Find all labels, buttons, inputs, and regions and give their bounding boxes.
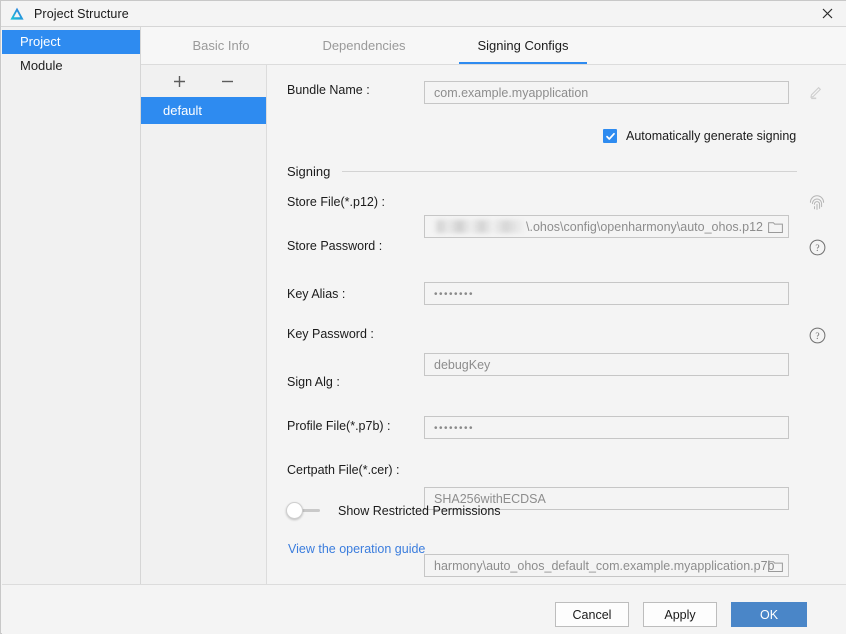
key-alias-label: Key Alias :: [287, 287, 346, 301]
key-password-value: ••••••••: [434, 423, 475, 434]
store-password-input[interactable]: ••••••••: [424, 282, 789, 305]
bundle-name-value: com.example.myapplication: [434, 85, 589, 100]
tab-signing-configs[interactable]: Signing Configs: [459, 27, 587, 64]
folder-icon[interactable]: [768, 559, 783, 572]
config-list: default: [141, 97, 266, 124]
store-password-label: Store Password :: [287, 239, 383, 253]
certpath-file-row: Certpath File(*.cer) :: [287, 463, 400, 477]
profile-file-value: harmony\auto_ohos_default_com.example.my…: [434, 558, 775, 573]
window-title: Project Structure: [34, 6, 129, 21]
close-icon[interactable]: [807, 1, 846, 26]
sidebar-item-project[interactable]: Project: [2, 30, 140, 54]
config-list-toolbar: [141, 65, 266, 97]
certpath-file-label: Certpath File(*.cer) :: [287, 463, 400, 477]
svg-text:?: ?: [815, 244, 819, 254]
cancel-button-label: Cancel: [572, 607, 612, 622]
profile-file-label: Profile File(*.p7b) :: [287, 419, 391, 433]
toggle-knob: [286, 502, 303, 519]
key-password-label: Key Password :: [287, 327, 374, 341]
help-circle-icon[interactable]: ?: [807, 237, 827, 257]
profile-file-row: Profile File(*.p7b) :: [287, 419, 391, 433]
help-circle-icon[interactable]: ?: [807, 325, 827, 345]
folder-icon[interactable]: [768, 220, 783, 233]
project-structure-dialog: Project Structure Project Module Basic I…: [0, 0, 846, 634]
redacted-path-mask: [434, 220, 526, 233]
checkmark-icon: [605, 132, 615, 140]
list-item-label: default: [163, 103, 203, 118]
left-navigation: Project Module: [2, 27, 141, 584]
svg-text:?: ?: [815, 332, 819, 342]
tab-basic-info[interactable]: Basic Info: [161, 27, 281, 64]
show-restricted-permissions-toggle[interactable]: [286, 502, 322, 519]
list-item-default[interactable]: default: [141, 97, 266, 124]
cancel-button[interactable]: Cancel: [555, 602, 629, 627]
ok-button[interactable]: OK: [731, 602, 807, 627]
auto-generate-signing-row[interactable]: Automatically generate signing: [603, 129, 796, 143]
key-alias-value: debugKey: [434, 357, 491, 372]
pencil-edit-icon[interactable]: [806, 82, 826, 102]
bundle-name-input[interactable]: com.example.myapplication: [424, 81, 789, 104]
apply-button[interactable]: Apply: [643, 602, 717, 627]
tab-label: Dependencies: [322, 38, 406, 53]
deveco-triangle-logo-icon: [8, 5, 26, 23]
dialog-footer: Cancel Apply OK: [2, 584, 846, 634]
tab-label: Signing Configs: [477, 38, 569, 53]
signing-config-list-panel: default: [141, 65, 267, 584]
auto-generate-signing-checkbox[interactable]: [603, 129, 617, 143]
store-password-row: Store Password :: [287, 239, 382, 253]
store-file-input[interactable]: \.ohos\config\openharmony\auto_ohos.p12: [424, 215, 789, 238]
operation-guide-link[interactable]: View the operation guide: [288, 542, 425, 556]
bundle-name-row: Bundle Name :: [287, 83, 370, 97]
signing-section-title: Signing: [287, 164, 331, 179]
sidebar-item-module[interactable]: Module: [2, 54, 140, 78]
key-password-input[interactable]: ••••••••: [424, 416, 789, 439]
tab-bar: Basic Info Dependencies Signing Configs: [141, 27, 846, 65]
key-alias-row: Key Alias :: [287, 287, 345, 301]
show-restricted-permissions-row[interactable]: Show Restricted Permissions: [286, 502, 501, 519]
title-bar: Project Structure: [1, 1, 846, 27]
plus-icon[interactable]: [169, 70, 191, 92]
store-file-value: \.ohos\config\openharmony\auto_ohos.p12: [526, 219, 763, 234]
ok-button-label: OK: [759, 607, 779, 622]
signing-config-detail: Bundle Name : com.example.myapplication …: [268, 65, 846, 634]
profile-file-input[interactable]: harmony\auto_ohos_default_com.example.my…: [424, 554, 789, 577]
store-file-row: Store File(*.p12) :: [287, 195, 385, 209]
minus-icon[interactable]: [217, 70, 239, 92]
sidebar-item-label: Module: [20, 58, 63, 73]
signing-section-header: Signing: [287, 164, 797, 179]
section-divider: [342, 171, 797, 172]
store-file-label: Store File(*.p12) :: [287, 195, 385, 209]
sign-alg-row: Sign Alg :: [287, 375, 340, 389]
auto-generate-signing-label: Automatically generate signing: [626, 129, 797, 143]
key-password-row: Key Password :: [287, 327, 374, 341]
tab-label: Basic Info: [192, 38, 250, 53]
store-password-value: ••••••••: [434, 289, 475, 300]
show-restricted-permissions-label: Show Restricted Permissions: [338, 503, 501, 518]
key-alias-input[interactable]: debugKey: [424, 353, 789, 376]
bundle-name-label: Bundle Name :: [287, 83, 370, 97]
sign-alg-label: Sign Alg :: [287, 375, 340, 389]
fingerprint-icon[interactable]: [807, 193, 827, 213]
tab-dependencies[interactable]: Dependencies: [294, 27, 434, 64]
apply-button-label: Apply: [664, 607, 696, 622]
sidebar-item-label: Project: [20, 34, 61, 49]
